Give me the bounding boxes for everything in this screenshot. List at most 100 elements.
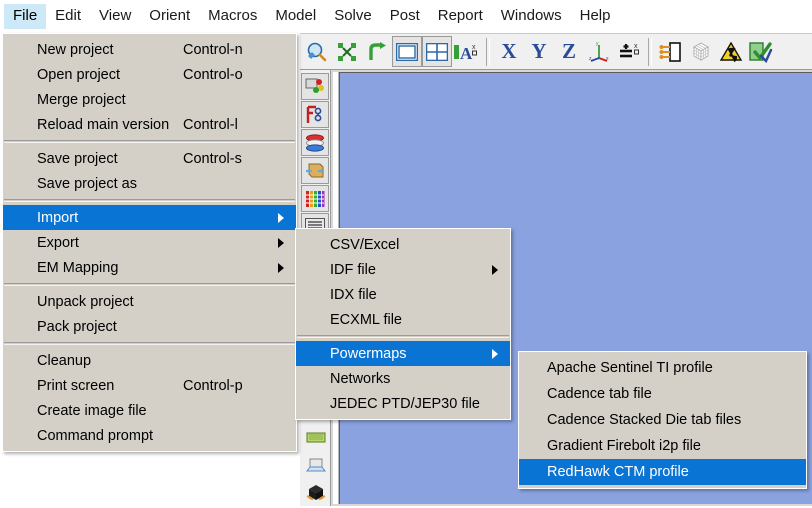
annotate-text-icon[interactable]: A x (452, 36, 482, 67)
quad-view-icon[interactable] (422, 36, 452, 67)
menu-item-print-screen[interactable]: Print screen Control-p (3, 373, 296, 398)
fit-to-window-icon[interactable] (332, 36, 362, 67)
color-legend-icon[interactable] (301, 185, 329, 212)
rotate-icon[interactable] (362, 36, 392, 67)
file-menu: New project Control-n Open project Contr… (2, 33, 297, 452)
menubar-item-solve[interactable]: Solve (325, 4, 381, 29)
menu-item-idf-file[interactable]: IDF file (296, 257, 510, 282)
menubar-item-file[interactable]: File (4, 4, 47, 29)
package-icon[interactable] (302, 452, 330, 479)
submenu-arrow-icon (278, 237, 284, 248)
top-toolbar: A x X Y Z y x z x (300, 33, 812, 70)
axis-y-icon[interactable]: Y (524, 36, 554, 67)
menu-item-em-mapping[interactable]: EM Mapping (3, 255, 296, 280)
svg-text:x: x (472, 44, 476, 51)
menu-item-unpack-project[interactable]: Unpack project (3, 289, 296, 314)
menu-item-label: Merge project (37, 91, 126, 108)
die-icon[interactable] (302, 480, 330, 507)
menubar-item-post[interactable]: Post (381, 4, 429, 29)
scale-icon[interactable]: x (614, 36, 644, 67)
menu-item-cadence-stacked-die-tab-files[interactable]: Cadence Stacked Die tab files (519, 407, 806, 433)
menu-item-label: Apache Sentinel TI profile (547, 360, 713, 376)
menu-item-command-prompt[interactable]: Command prompt (3, 423, 296, 448)
menu-item-save-project-as[interactable]: Save project as (3, 171, 296, 196)
warning-icon[interactable] (716, 36, 746, 67)
check-icon[interactable] (746, 36, 776, 67)
menubar-item-macros[interactable]: Macros (199, 4, 266, 29)
menu-separator (4, 283, 295, 286)
toolbar-separator (648, 37, 652, 66)
menu-item-powermaps[interactable]: Powermaps (296, 341, 510, 366)
flow-network-icon[interactable] (301, 101, 329, 128)
layers-icon[interactable] (301, 129, 329, 156)
menu-item-label: Reload main version (37, 116, 170, 133)
menu-item-create-image-file[interactable]: Create image file (3, 398, 296, 423)
menu-item-cleanup[interactable]: Cleanup (3, 348, 296, 373)
menu-item-label: Cleanup (37, 352, 92, 369)
menu-item-label: Unpack project (37, 293, 134, 310)
menu-item-cadence-tab-file[interactable]: Cadence tab file (519, 381, 806, 407)
axis-z-icon[interactable]: Z (554, 36, 584, 67)
powermaps-submenu: Apache Sentinel TI profile Cadence tab f… (518, 351, 807, 489)
menu-item-label: Create image file (37, 402, 147, 419)
menu-item-ecxml-file[interactable]: ECXML file (296, 307, 510, 332)
menu-item-idx-file[interactable]: IDX file (296, 282, 510, 307)
svg-text:x: x (634, 43, 638, 50)
menu-item-new-project[interactable]: New project Control-n (3, 37, 296, 62)
menu-item-accel: Control-p (183, 377, 243, 394)
menu-item-label: Print screen (37, 377, 115, 394)
toolbar-separator (486, 37, 490, 66)
menu-item-label: Open project (37, 66, 121, 83)
menu-item-label: IDX file (330, 286, 377, 303)
menu-item-merge-project[interactable]: Merge project (3, 87, 296, 112)
menubar-item-model[interactable]: Model (266, 4, 325, 29)
menubar-item-report[interactable]: Report (429, 4, 492, 29)
menubar-item-edit[interactable]: Edit (46, 4, 90, 29)
menubar-item-windows[interactable]: Windows (492, 4, 571, 29)
menu-item-import[interactable]: Import (3, 205, 296, 230)
menu-item-label: Import (37, 209, 79, 226)
isometric-axes-icon[interactable]: y x z (584, 36, 614, 67)
menu-bar: File Edit View Orient Macros Model Solve… (0, 0, 812, 33)
menubar-item-view[interactable]: View (90, 4, 140, 29)
heatsink-icon[interactable] (301, 157, 329, 184)
import-submenu: CSV/Excel IDF file IDX file ECXML file P… (295, 228, 511, 420)
menu-item-label: Cadence tab file (547, 386, 652, 402)
menu-separator (297, 335, 509, 338)
boundary-condition-icon[interactable] (656, 36, 686, 67)
menu-item-label: Save project (37, 150, 118, 167)
menu-item-label: Pack project (37, 318, 117, 335)
menu-item-csv-excel[interactable]: CSV/Excel (296, 232, 510, 257)
menubar-item-help[interactable]: Help (571, 4, 620, 29)
menu-item-label: Command prompt (37, 427, 154, 444)
axis-y-label: Y (531, 39, 547, 63)
menu-separator (4, 199, 295, 202)
menu-item-reload-main-version[interactable]: Reload main version Control-l (3, 112, 296, 137)
axis-x-icon[interactable]: X (494, 36, 524, 67)
menu-item-label: Export (37, 234, 79, 251)
menu-item-label: RedHawk CTM profile (547, 464, 689, 480)
menu-item-save-project[interactable]: Save project Control-s (3, 146, 296, 171)
menu-item-apache-sentinel-ti-profile[interactable]: Apache Sentinel TI profile (519, 355, 806, 381)
menu-item-export[interactable]: Export (3, 230, 296, 255)
menu-item-accel: Control-s (183, 150, 242, 167)
menu-item-label: Powermaps (330, 345, 407, 362)
menu-item-label: EM Mapping (37, 259, 119, 276)
menu-item-accel: Control-o (183, 66, 243, 83)
menu-item-pack-project[interactable]: Pack project (3, 314, 296, 339)
single-view-icon[interactable] (392, 36, 422, 67)
menu-item-networks[interactable]: Networks (296, 366, 510, 391)
menu-item-label: New project (37, 41, 114, 58)
menubar-item-orient[interactable]: Orient (140, 4, 199, 29)
materials-icon[interactable] (301, 73, 329, 100)
menu-item-label: IDF file (330, 261, 376, 278)
mesh-cube-icon[interactable] (686, 36, 716, 67)
zoom-icon[interactable] (302, 36, 332, 67)
menu-item-redhawk-ctm-profile[interactable]: RedHawk CTM profile (519, 459, 806, 485)
menu-item-label: CSV/Excel (330, 236, 400, 253)
menu-item-jedec-ptd-jep30-file[interactable]: JEDEC PTD/JEP30 file (296, 391, 510, 416)
menu-item-gradient-firebolt-i2p-file[interactable]: Gradient Firebolt i2p file (519, 433, 806, 459)
axis-x-label: X (501, 39, 517, 63)
menu-item-open-project[interactable]: Open project Control-o (3, 62, 296, 87)
board-icon[interactable] (302, 424, 330, 451)
